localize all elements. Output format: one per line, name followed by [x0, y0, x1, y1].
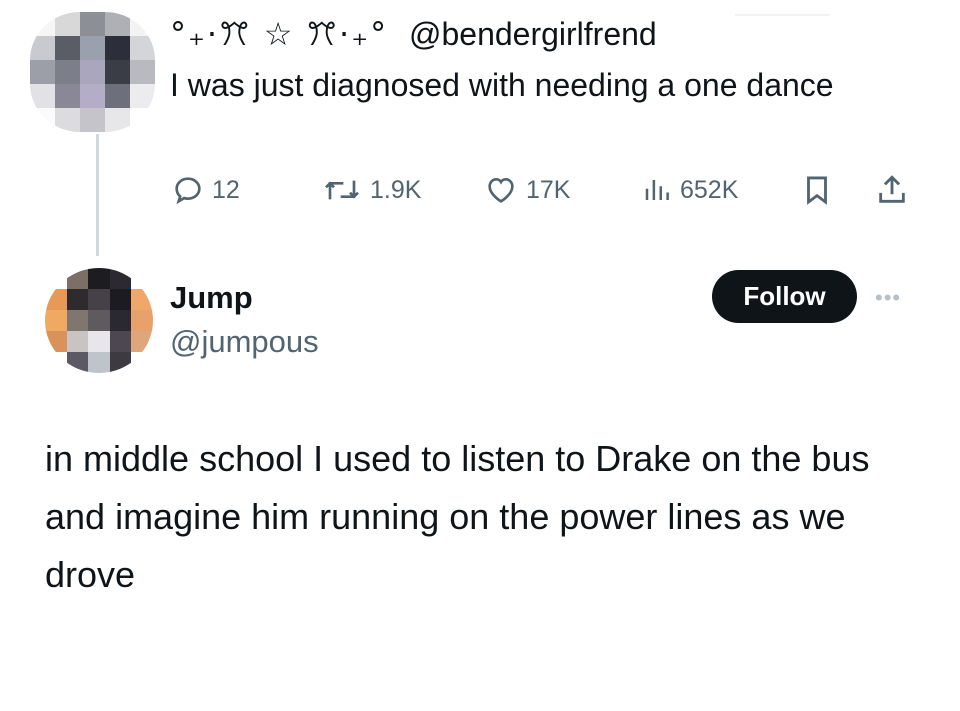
avatar[interactable]: [30, 12, 155, 132]
thread-line: [96, 134, 99, 256]
retweet-icon: [325, 180, 359, 200]
retweet-button[interactable]: 1.9K: [322, 170, 421, 210]
author-handle[interactable]: @jumpous: [170, 322, 319, 362]
share-icon: [879, 175, 905, 203]
author-handle[interactable]: @bendergirlfrend: [409, 16, 657, 52]
divider: [735, 14, 830, 16]
reply-icon: [175, 177, 201, 205]
share-button[interactable]: [875, 170, 909, 210]
more-icon[interactable]: •••: [875, 285, 901, 311]
tweet-text: I was just diagnosed with needing a one …: [170, 67, 834, 103]
retweet-count: 1.9K: [370, 175, 422, 204]
bookmark-icon: [807, 176, 827, 205]
avatar[interactable]: [45, 268, 153, 373]
like-icon: [488, 177, 514, 203]
views-button[interactable]: 652K: [642, 170, 738, 210]
like-button[interactable]: 17K: [484, 170, 570, 210]
views-count: 652K: [680, 175, 739, 204]
follow-button[interactable]: Follow: [712, 270, 857, 323]
like-count: 17K: [526, 175, 571, 204]
reply-count: 12: [212, 175, 240, 204]
display-name[interactable]: °₊·ꔫ ☆ ꔫ·₊°: [170, 15, 388, 53]
author-name[interactable]: Jump: [170, 279, 253, 317]
tweet-text: in middle school I used to listen to Dra…: [45, 438, 870, 595]
author-line[interactable]: °₊·ꔫ ☆ ꔫ·₊° @bendergirlfrend: [170, 14, 657, 54]
bookmark-button[interactable]: [800, 170, 834, 210]
reply-button[interactable]: 12: [172, 170, 240, 210]
views-icon: [645, 180, 669, 200]
